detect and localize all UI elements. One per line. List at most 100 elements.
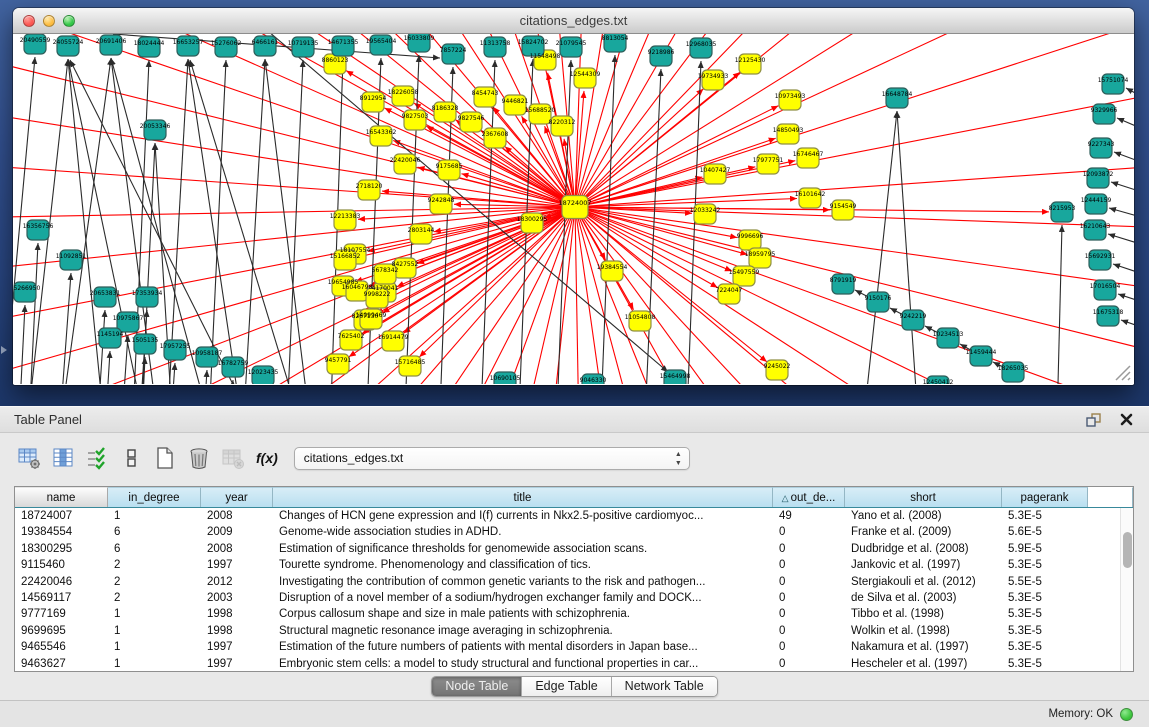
table-cell[interactable]: 0 [773,541,845,557]
tab-node-table[interactable]: Node Table [432,677,521,696]
table-row[interactable]: 969969511998Structural magnetic resonanc… [15,623,1120,639]
table-cell[interactable]: 9465546 [15,639,108,655]
table-cell[interactable]: 5.3E-5 [1002,623,1088,639]
table-cell[interactable]: Stergiakouli et al. (2012) [845,574,1002,590]
table-cell[interactable]: Nakamura et al. (1997) [845,639,1002,655]
column-header-year[interactable]: year [201,487,273,507]
table-cell[interactable]: 2 [108,574,201,590]
table-cell[interactable]: 0 [773,590,845,606]
zoom-window-button[interactable] [63,15,75,27]
table-cell[interactable]: 0 [773,574,845,590]
table-cell[interactable]: 9777169 [15,606,108,622]
table-cell[interactable]: 19384554 [15,524,108,540]
table-cell[interactable]: 1997 [201,557,273,573]
table-row[interactable]: 1456911722003Disruption of a novel membe… [15,590,1120,606]
table-settings-icon[interactable] [16,445,42,471]
table-cell[interactable]: Estimation of significance thresholds fo… [273,541,773,557]
table-cell[interactable]: Disruption of a novel member of a sodium… [273,590,773,606]
table-cell[interactable]: Franke et al. (2009) [845,524,1002,540]
table-cell[interactable]: Yano et al. (2008) [845,508,1002,524]
table-cell[interactable]: Embryonic stem cells: a model to study s… [273,656,773,671]
table-cell[interactable]: 2009 [201,524,273,540]
column-header-title[interactable]: title [273,487,773,507]
table-cell[interactable]: 49 [773,508,845,524]
window-titlebar[interactable]: citations_edges.txt [13,8,1134,34]
table-cell[interactable]: 5.3E-5 [1002,590,1088,606]
table-cell[interactable]: 5.3E-5 [1002,656,1088,671]
table-cell[interactable]: Tibbo et al. (1998) [845,606,1002,622]
table-cell[interactable]: 0 [773,623,845,639]
table-cell[interactable]: Genome-wide association studies in ADHD. [273,524,773,540]
tab-edge-table[interactable]: Edge Table [521,677,610,696]
table-row[interactable]: 911546021997Tourette syndrome. Phenomeno… [15,557,1120,573]
table-cell[interactable]: 5.3E-5 [1002,557,1088,573]
column-header-pagerank[interactable]: pagerank [1002,487,1088,507]
table-cell[interactable]: 5.3E-5 [1002,508,1088,524]
network-graph[interactable]: 1872400788601238912954182260589827503165… [13,34,1134,384]
table-cell[interactable]: 9463627 [15,656,108,671]
table-cell[interactable]: 0 [773,557,845,573]
select-rows-icon[interactable] [84,445,110,471]
memory-status-indicator[interactable] [1120,708,1133,721]
table-cell[interactable]: de Silva et al. (2003) [845,590,1002,606]
table-cell[interactable]: 0 [773,524,845,540]
new-table-icon[interactable] [152,445,178,471]
network-window[interactable]: citations_edges.txt 18724007886012389129… [13,8,1134,385]
table-cell[interactable]: 2008 [201,541,273,557]
close-panel-icon[interactable] [1117,412,1135,428]
minimize-window-button[interactable] [43,15,55,27]
panel-dock-arrow[interactable] [1,346,7,354]
table-cell[interactable]: 6 [108,524,201,540]
table-cell[interactable]: 1998 [201,606,273,622]
table-cell[interactable]: 1 [108,508,201,524]
table-cell[interactable]: 5.9E-5 [1002,541,1088,557]
table-cell[interactable]: 18300295 [15,541,108,557]
delete-rows-trash-icon[interactable] [186,445,212,471]
table-cell[interactable]: 2008 [201,508,273,524]
float-panel-icon[interactable] [1085,412,1103,428]
column-header-out-de-[interactable]: △out_de... [773,487,845,507]
table-cell[interactable]: 22420046 [15,574,108,590]
table-cell[interactable]: 1 [108,656,201,671]
table-cell[interactable]: 9699695 [15,623,108,639]
column-header-short[interactable]: short [845,487,1002,507]
tab-network-table[interactable]: Network Table [611,677,717,696]
table-cell[interactable]: 6 [108,541,201,557]
row-height-icon[interactable] [118,445,144,471]
table-cell[interactable]: 5.6E-5 [1002,524,1088,540]
table-row[interactable]: 2242004622012Investigating the contribut… [15,574,1120,590]
table-cell[interactable]: Dudbridge et al. (2008) [845,541,1002,557]
table-cell[interactable]: Wolkin et al. (1998) [845,623,1002,639]
table-cell[interactable]: 5.3E-5 [1002,639,1088,655]
scrollbar-thumb[interactable] [1123,532,1132,568]
table-cell[interactable]: 0 [773,639,845,655]
table-cell[interactable]: 9115460 [15,557,108,573]
close-window-button[interactable] [23,15,35,27]
table-cell[interactable]: 2003 [201,590,273,606]
table-cell[interactable]: 0 [773,606,845,622]
table-cell[interactable]: 2 [108,590,201,606]
network-canvas[interactable]: 1872400788601238912954182260589827503165… [13,34,1134,384]
table-row[interactable]: 946362711997Embryonic stem cells: a mode… [15,656,1120,671]
column-header-name[interactable]: name [15,487,108,507]
table-cell[interactable]: Changes of HCN gene expression and I(f) … [273,508,773,524]
table-cell[interactable]: 1997 [201,639,273,655]
table-row[interactable]: 1872400712008Changes of HCN gene express… [15,508,1120,524]
table-cell[interactable]: 14569117 [15,590,108,606]
resize-grip-icon[interactable] [1110,360,1132,382]
function-builder-icon[interactable]: f(x) [256,450,278,466]
show-columns-icon[interactable] [50,445,76,471]
table-row[interactable]: 1830029562008Estimation of significance … [15,541,1120,557]
table-cell[interactable]: 1 [108,606,201,622]
table-cell[interactable]: Hescheler et al. (1997) [845,656,1002,671]
table-cell[interactable]: 1997 [201,656,273,671]
table-cell[interactable]: Structural magnetic resonance image aver… [273,623,773,639]
table-cell[interactable]: Corpus callosum shape and size in male p… [273,606,773,622]
table-cell[interactable]: 5.5E-5 [1002,574,1088,590]
table-row[interactable]: 946554611997Estimation of the future num… [15,639,1120,655]
table-cell[interactable]: Investigating the contribution of common… [273,574,773,590]
table-cell[interactable]: 2012 [201,574,273,590]
table-cell[interactable]: 5.3E-5 [1002,606,1088,622]
table-cell[interactable]: 2 [108,557,201,573]
table-cell[interactable]: Tourette syndrome. Phenomenology and cla… [273,557,773,573]
